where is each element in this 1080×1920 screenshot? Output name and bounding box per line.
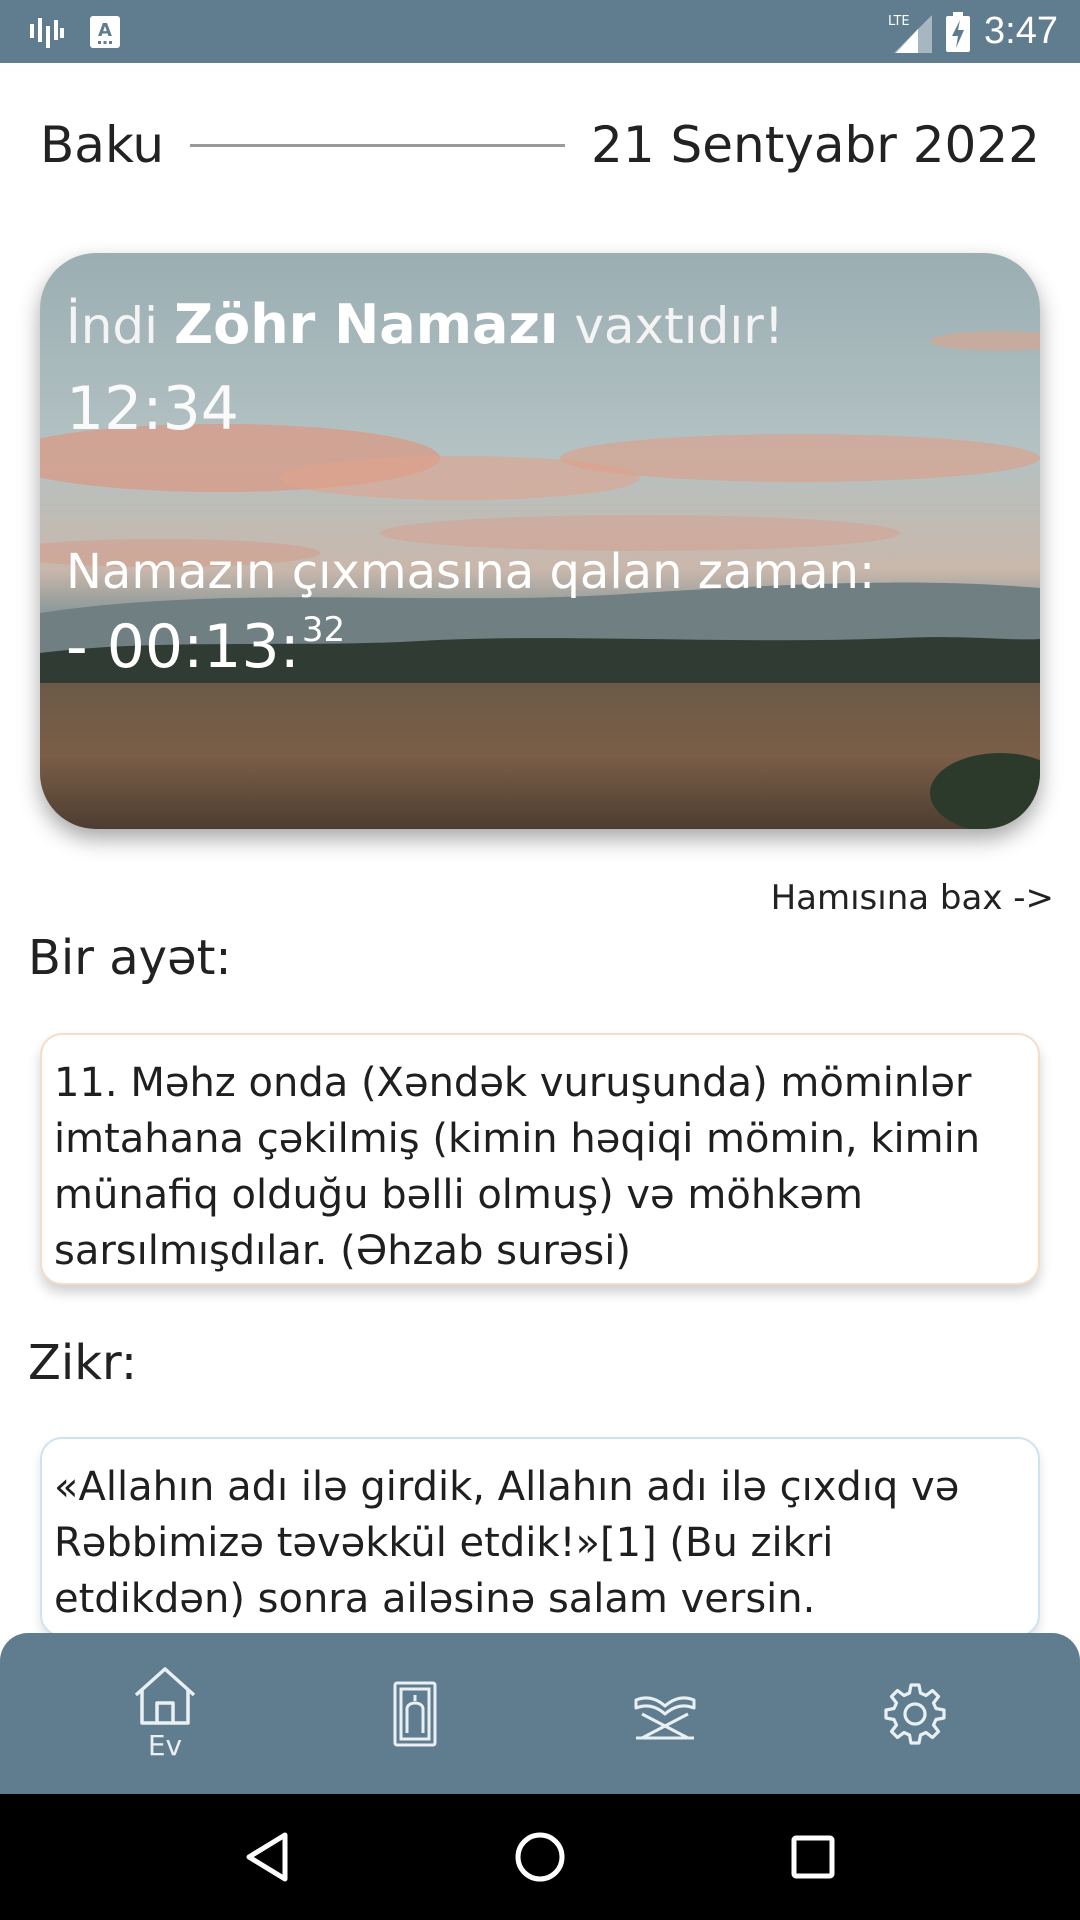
current-prayer-line: İndi Zöhr Namazı vaxtıdır!	[66, 293, 1020, 356]
status-right: LTE 3:47	[888, 10, 1058, 53]
prayer-suffix: vaxtıdır!	[574, 297, 784, 355]
screen: A LTE 3:47 Baku 21 Sentyabr 2022 İndi Zö…	[0, 0, 1080, 1920]
prayer-prefix: İndi	[66, 297, 159, 355]
system-navigation-bar	[0, 1794, 1080, 1920]
prayer-time: 12:34	[66, 374, 239, 444]
status-time: 3:47	[984, 10, 1058, 52]
nav-label-home: Ev	[147, 1729, 183, 1762]
location-date-header: Baku 21 Sentyabr 2022	[40, 110, 1040, 180]
network-label: LTE	[888, 14, 910, 29]
remaining-time-label: Namazın çıxmasına qalan zaman:	[66, 544, 876, 600]
current-prayer-card[interactable]: İndi Zöhr Namazı vaxtıdır! 12:34 Namazın…	[40, 253, 1040, 829]
zikr-section-title: Zikr:	[28, 1335, 138, 1391]
nav-item-settings[interactable]	[840, 1649, 990, 1779]
gear-icon	[884, 1682, 946, 1745]
nav-item-quran[interactable]	[590, 1649, 740, 1779]
date-label: 21 Sentyabr 2022	[591, 116, 1040, 174]
city-label[interactable]: Baku	[40, 116, 164, 174]
home-circle-icon	[515, 1832, 565, 1882]
remaining-seconds: 32	[301, 610, 346, 650]
ayah-text: 11. Məhz onda (Xəndək vuruşunda) möminlə…	[54, 1060, 981, 1274]
see-all-link[interactable]: Hamısına bax ->	[771, 878, 1054, 918]
recents-square-icon	[791, 1835, 835, 1879]
ayah-section-title: Bir ayət:	[28, 930, 232, 986]
back-button[interactable]	[227, 1817, 307, 1897]
zikr-text: «Allahın adı ilə girdik, Allahın adı ilə…	[54, 1464, 960, 1622]
home-system-button[interactable]	[500, 1817, 580, 1897]
home-icon	[134, 1667, 196, 1725]
svg-text:A: A	[98, 20, 112, 41]
remaining-time-countdown: - 00:13:32	[66, 610, 1020, 682]
nav-item-home[interactable]: Ev	[90, 1649, 240, 1779]
header-divider	[190, 143, 566, 147]
prayer-mat-icon	[393, 1681, 437, 1746]
zikr-card: «Allahın adı ilə girdik, Allahın adı ilə…	[40, 1437, 1040, 1637]
prayer-card-content: İndi Zöhr Namazı vaxtıdır! 12:34 Namazın…	[66, 293, 1020, 682]
back-triangle-icon	[246, 1832, 288, 1882]
bottom-navigation: Ev	[0, 1633, 1080, 1794]
prayer-name: Zöhr Namazı	[173, 293, 559, 356]
recents-button[interactable]	[773, 1817, 853, 1897]
status-bar: A LTE 3:47	[0, 0, 1080, 63]
keyboard-a-icon: A	[90, 15, 120, 48]
lte-signal-icon: LTE	[888, 14, 933, 53]
status-left: A	[30, 15, 120, 48]
ayah-card: 11. Məhz onda (Xəndək vuruşunda) möminlə…	[40, 1033, 1040, 1285]
remaining-time-main: - 00:13:	[66, 612, 300, 682]
quran-stand-icon	[634, 1696, 696, 1739]
nav-item-prayer-times[interactable]	[340, 1649, 490, 1779]
battery-charging-icon	[946, 11, 971, 52]
signal-bars-icon	[30, 17, 64, 48]
